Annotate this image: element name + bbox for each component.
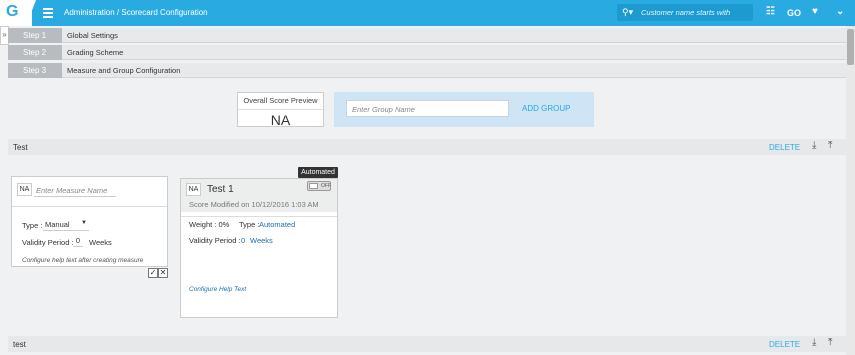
toggle-text: OFF [321, 183, 331, 189]
card-type-label: Type : [239, 220, 260, 229]
go-icon[interactable]: GO [787, 8, 801, 18]
upload-icon[interactable]: ⤒ [828, 140, 832, 151]
cancel-measure-button[interactable]: ✕ [158, 268, 168, 278]
validity-unit: Weeks [89, 238, 112, 247]
preview-label: Overall Score Preview [243, 96, 318, 105]
validity-label: Validity Period : [22, 238, 74, 247]
automated-tooltip: Automated [298, 167, 338, 178]
card-validity-unit[interactable]: Weeks [250, 236, 273, 245]
configure-help-link[interactable]: Configure Help Text [189, 286, 246, 293]
help-text-hint: Configure help text after creating measu… [22, 257, 144, 264]
delete-group-button[interactable]: DELETE [769, 340, 800, 349]
card-score-box: NA [186, 183, 201, 196]
page-scrollbar[interactable] [846, 26, 855, 355]
type-value: Manual [45, 220, 70, 229]
step-2-row[interactable]: Step 2 Grading Scheme [8, 45, 846, 60]
double-chevron-down-icon[interactable]: ⌄ [836, 6, 844, 17]
divider [12, 206, 167, 207]
download-icon[interactable]: ⤓ [812, 140, 816, 151]
hierarchy-icon[interactable]: ☷ [766, 6, 775, 17]
type-label: Type : [22, 221, 43, 230]
group-name-input[interactable]: Enter Group Name [346, 100, 509, 117]
preview-value: NA [238, 109, 323, 128]
card-modified-text: Score Modified on 10/12/2016 1:03 AM [189, 200, 319, 209]
step-number: Step 3 [8, 63, 62, 78]
logo-letter: G [6, 3, 19, 20]
card-weight: Weight : 0% [189, 220, 230, 229]
confirm-measure-button[interactable]: ✓ [148, 268, 158, 278]
hamburger-menu-icon[interactable] [43, 8, 53, 18]
step-number: Step 2 [8, 45, 62, 60]
measure-score-box: NA [17, 183, 32, 196]
search-icon[interactable]: ⚲▾ [622, 7, 633, 18]
card-type-link[interactable]: Automated [259, 220, 295, 229]
add-group-button[interactable]: ADD GROUP [522, 104, 570, 113]
step-label: Measure and Group Configuration [67, 66, 181, 75]
step-label: Grading Scheme [67, 48, 124, 57]
group-name: Test [13, 143, 28, 152]
breadcrumb: Administration / Scorecard Configuration [64, 8, 208, 17]
group-header: test DELETE ⤓ ⤒ [8, 336, 846, 352]
delete-group-button[interactable]: DELETE [769, 143, 800, 152]
card-validity-label: Validity Period : [189, 236, 241, 245]
step-3-row[interactable]: Step 3 Measure and Group Configuration [8, 63, 846, 78]
upload-icon[interactable]: ⤒ [828, 337, 832, 348]
measure-card[interactable]: NA Test 1 Score Modified on 10/12/2016 1… [180, 178, 338, 318]
card-title: Test 1 [207, 184, 234, 195]
validity-period-input[interactable]: 0 [73, 236, 83, 247]
group-name: test [13, 340, 26, 349]
step-number: Step 1 [8, 28, 62, 43]
search-placeholder: Customer name starts with [641, 8, 731, 17]
automated-toggle[interactable]: OFF [307, 181, 331, 191]
customer-search-box[interactable]: ⚲▾ Customer name starts with [617, 4, 753, 21]
bell-icon[interactable]: ♥ [812, 6, 818, 17]
group-header: Test DELETE ⤓ ⤒ [8, 139, 846, 155]
add-group-panel: Enter Group Name ADD GROUP [334, 92, 594, 127]
caret-down-icon: ▼ [81, 220, 87, 226]
measure-name-input[interactable]: Enter Measure Name [34, 183, 116, 197]
toggle-knob [309, 183, 318, 189]
type-select[interactable]: Manual ▼ [43, 220, 89, 231]
overall-score-preview: Overall Score Preview NA [237, 92, 324, 128]
top-bar: G Administration / Scorecard Configurati… [0, 0, 855, 26]
step-1-row[interactable]: Step 1 Global Settings [8, 28, 846, 43]
scrollbar-thumb[interactable] [847, 29, 854, 65]
download-icon[interactable]: ⤓ [812, 337, 816, 348]
step-label: Global Settings [67, 31, 118, 40]
new-measure-form: NA Enter Measure Name Type : Manual ▼ Va… [11, 176, 168, 267]
card-validity-value[interactable]: 0 [241, 236, 245, 245]
logo-notch [26, 0, 36, 26]
divider [181, 216, 337, 217]
